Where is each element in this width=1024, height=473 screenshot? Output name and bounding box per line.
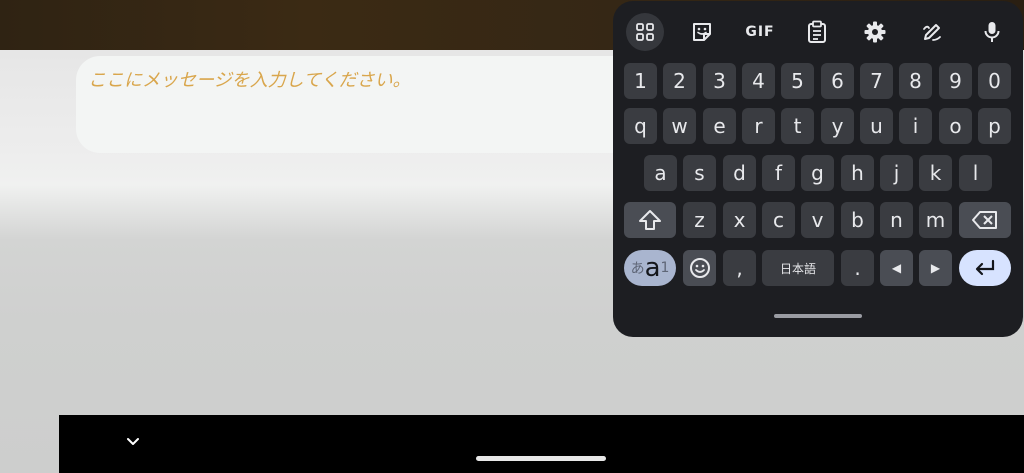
key-g[interactable]: g (801, 155, 834, 191)
chevron-down-icon[interactable] (125, 434, 141, 450)
key-t[interactable]: t (781, 108, 814, 144)
key-2[interactable]: 2 (663, 63, 696, 99)
key-e[interactable]: e (703, 108, 736, 144)
key-y[interactable]: y (821, 108, 854, 144)
enter-key[interactable] (959, 250, 1011, 286)
key-j[interactable]: j (880, 155, 913, 191)
comma-key[interactable]: , (723, 250, 756, 286)
key-h[interactable]: h (841, 155, 874, 191)
on-screen-keyboard: GIF 1 2 3 4 5 6 7 8 9 0 q w e r t y u i … (613, 1, 1023, 337)
key-m[interactable]: m (919, 202, 952, 238)
cursor-left-key[interactable]: ◀ (880, 250, 913, 286)
key-1[interactable]: 1 (624, 63, 657, 99)
emoji-key[interactable] (683, 250, 716, 286)
message-placeholder: ここにメッセージを入力してください。 (88, 70, 411, 91)
key-s[interactable]: s (683, 155, 716, 191)
key-o[interactable]: o (939, 108, 972, 144)
left-arrow-icon: ◀ (891, 261, 902, 275)
keyboard-handle[interactable] (774, 314, 862, 318)
right-arrow-icon: ▶ (930, 261, 941, 275)
key-6[interactable]: 6 (821, 63, 854, 99)
key-7[interactable]: 7 (860, 63, 893, 99)
handwriting-pen-icon[interactable] (913, 13, 951, 51)
key-q[interactable]: q (624, 108, 657, 144)
key-u[interactable]: u (860, 108, 893, 144)
key-x[interactable]: x (723, 202, 756, 238)
period-key[interactable]: . (841, 250, 874, 286)
gif-icon[interactable]: GIF (741, 13, 779, 51)
key-b[interactable]: b (841, 202, 874, 238)
message-input[interactable]: ここにメッセージを入力してください。 (76, 56, 636, 153)
clipboard-icon[interactable] (798, 13, 836, 51)
key-0[interactable]: 0 (978, 63, 1011, 99)
enter-arrow-icon (975, 259, 995, 276)
system-navigation-bar (59, 415, 1024, 473)
key-8[interactable]: 8 (899, 63, 932, 99)
backspace-key[interactable] (959, 202, 1011, 238)
emoji-icon (689, 258, 710, 278)
key-r[interactable]: r (742, 108, 775, 144)
key-k[interactable]: k (919, 155, 952, 191)
shift-arrow-icon (639, 210, 661, 230)
key-f[interactable]: f (762, 155, 795, 191)
space-key[interactable]: 日本語 (762, 250, 834, 286)
microphone-icon[interactable] (973, 13, 1011, 51)
apps-grid-icon[interactable] (626, 13, 664, 51)
cursor-right-key[interactable]: ▶ (919, 250, 952, 286)
settings-gear-icon[interactable] (856, 13, 894, 51)
backspace-icon (972, 211, 997, 229)
sticker-icon[interactable] (683, 13, 721, 51)
key-l[interactable]: l (959, 155, 992, 191)
key-c[interactable]: c (762, 202, 795, 238)
key-4[interactable]: 4 (742, 63, 775, 99)
key-z[interactable]: z (683, 202, 716, 238)
key-n[interactable]: n (880, 202, 913, 238)
key-5[interactable]: 5 (781, 63, 814, 99)
key-v[interactable]: v (801, 202, 834, 238)
input-mode-toggle-key[interactable]: あ a 1 (624, 250, 676, 286)
key-a[interactable]: a (644, 155, 677, 191)
key-p[interactable]: p (978, 108, 1011, 144)
shift-key[interactable] (624, 202, 676, 238)
home-handle[interactable] (476, 456, 606, 461)
key-w[interactable]: w (663, 108, 696, 144)
key-i[interactable]: i (899, 108, 932, 144)
key-3[interactable]: 3 (703, 63, 736, 99)
key-d[interactable]: d (723, 155, 756, 191)
key-9[interactable]: 9 (939, 63, 972, 99)
